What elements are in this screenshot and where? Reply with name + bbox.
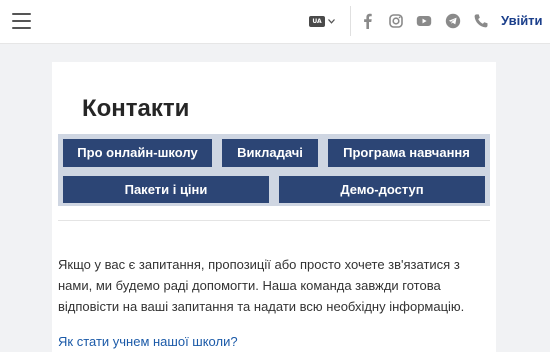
top-navigation-bar: UA Увійти [0, 0, 550, 44]
hamburger-menu-icon[interactable] [12, 13, 31, 29]
language-icon: UA [309, 15, 325, 27]
content-divider [58, 220, 490, 221]
packages-prices-button[interactable]: Пакети і ціни [60, 173, 272, 206]
about-school-button[interactable]: Про онлайн-школу [60, 136, 215, 170]
youtube-icon[interactable] [416, 13, 432, 29]
page-title: Контакти [82, 95, 190, 122]
phone-icon[interactable] [473, 13, 489, 29]
contacts-content-card: Контакти Про онлайн-школу Викладачі Прог… [52, 62, 496, 352]
instagram-icon[interactable] [388, 13, 404, 29]
facebook-icon[interactable] [360, 13, 376, 29]
login-link[interactable]: Увійти [501, 12, 543, 30]
how-to-become-student-link[interactable]: Як стати учнем нашої школи? [58, 333, 238, 351]
teachers-button[interactable]: Викладачі [219, 136, 321, 170]
intro-paragraph: Якщо у вас є запитання, пропозиції або п… [58, 257, 465, 314]
header-divider [350, 6, 351, 36]
chevron-down-icon [328, 18, 335, 24]
language-switcher[interactable]: UA [309, 14, 335, 28]
demo-access-button[interactable]: Демо-доступ [276, 173, 488, 206]
telegram-icon[interactable] [445, 13, 461, 29]
curriculum-button[interactable]: Програма навчання [325, 136, 488, 170]
